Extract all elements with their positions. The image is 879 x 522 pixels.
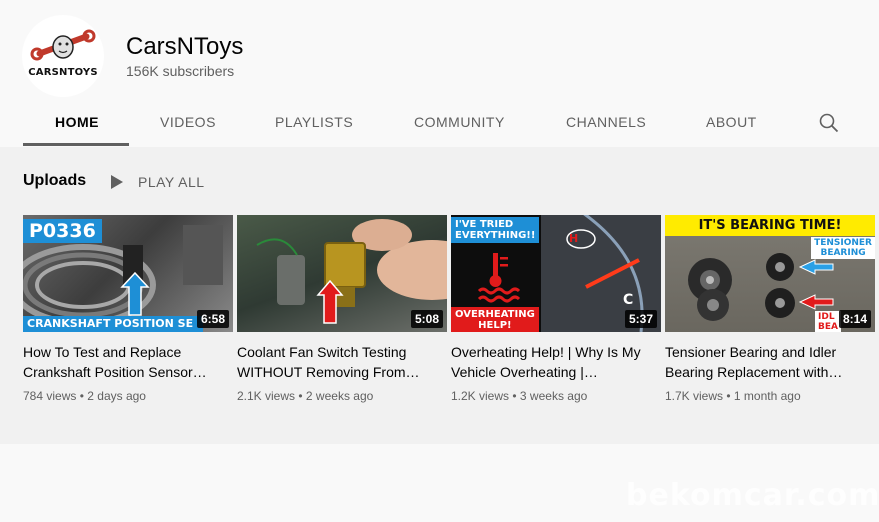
- video-age: 3 weeks ago: [519, 389, 588, 403]
- thumbnail-code-label: P0336: [23, 219, 102, 243]
- thumbnail-label-idler-line-2: BEA: [818, 322, 838, 332]
- video-meta: 784 views • 2 days ago: [23, 389, 233, 403]
- thumbnail-label-tensioner-line-2: BEARING: [820, 248, 866, 258]
- thumbnail-caption: OVERHEATING HELP!: [451, 307, 539, 332]
- meta-separator: •: [512, 389, 520, 403]
- shelf-title[interactable]: Uploads: [23, 172, 86, 190]
- thumbnail-label-tensioner: TENSIONER BEARING: [811, 237, 875, 259]
- tab-channels[interactable]: CHANNELS: [566, 114, 646, 130]
- thumbnail-headline-line-2: EVERYTHING!!: [455, 230, 536, 241]
- channel-tabs: HOME VIDEOS PLAYLISTS COMMUNITY CHANNELS…: [0, 100, 879, 147]
- thumbnail-caption: CRANKSHAFT POSITION SE: [23, 316, 203, 332]
- channel-avatar[interactable]: CARSNTOYS: [22, 15, 104, 97]
- tab-playlists[interactable]: PLAYLISTS: [275, 114, 353, 130]
- video-views: 1.2K views: [451, 389, 510, 403]
- video-card[interactable]: C I'VE TRIED EVERYTHING!! H OVERHEATING …: [451, 215, 661, 403]
- video-meta: 1.2K views • 3 weeks ago: [451, 389, 661, 403]
- active-tab-indicator: [23, 143, 129, 146]
- thumbnail-headline: IT'S BEARING TIME!: [665, 215, 875, 236]
- video-card[interactable]: 5:08 Coolant Fan Switch Testing WITHOUT …: [237, 215, 447, 403]
- video-duration: 5:08: [410, 310, 443, 328]
- video-age: 2 days ago: [87, 389, 146, 403]
- wrench-mascot-icon: [30, 29, 96, 61]
- gauge-c-label: C: [623, 292, 633, 308]
- channel-name: CarsNToys: [126, 33, 244, 60]
- video-title[interactable]: Coolant Fan Switch Testing WITHOUT Remov…: [237, 342, 447, 382]
- video-duration: 8:14: [838, 310, 871, 328]
- thumbnail-label-idler-line-1: IDL: [818, 312, 835, 322]
- channel-header: CARSNTOYS CarsNToys 156K subscribers HOM…: [0, 0, 879, 147]
- play-all-button[interactable]: PLAY ALL: [110, 172, 205, 192]
- tab-about[interactable]: ABOUT: [706, 114, 757, 130]
- video-views: 1.7K views: [665, 389, 724, 403]
- video-duration: 6:58: [196, 310, 229, 328]
- video-thumbnail[interactable]: P0336 CRANKSHAFT POSITION SE 6:58: [23, 215, 233, 332]
- video-thumbnail[interactable]: IT'S BEARING TIME! TENSIONER BEARING IDL…: [665, 215, 875, 332]
- play-all-label: PLAY ALL: [138, 174, 205, 190]
- play-icon: [111, 175, 123, 189]
- tab-community[interactable]: COMMUNITY: [414, 114, 505, 130]
- avatar-logo-text: CARSNTOYS: [28, 67, 98, 78]
- video-card[interactable]: P0336 CRANKSHAFT POSITION SE 6:58 How To…: [23, 215, 233, 403]
- channel-search-button[interactable]: [818, 112, 840, 134]
- thumbnail-headline-line-1: I'VE TRIED: [455, 219, 514, 230]
- thumbnail-label-tensioner-line-1: TENSIONER: [814, 238, 872, 248]
- video-duration: 5:37: [624, 310, 657, 328]
- thumbnail-caption-line-2: HELP!: [478, 320, 512, 331]
- meta-separator: •: [298, 389, 306, 403]
- subscriber-count: 156K subscribers: [126, 63, 235, 79]
- thumbnail-label-idler: IDL BEA: [815, 311, 841, 332]
- video-thumbnail[interactable]: C I'VE TRIED EVERYTHING!! H OVERHEATING …: [451, 215, 661, 332]
- gauge-h-label: H: [569, 232, 579, 245]
- video-meta: 2.1K views • 2 weeks ago: [237, 389, 447, 403]
- thumbnail-headline: I'VE TRIED EVERYTHING!!: [451, 217, 540, 243]
- uploads-shelf: Uploads PLAY ALL P0336 CRANKSHAFT POSITI…: [0, 147, 879, 444]
- search-icon: [819, 113, 839, 133]
- thumbnail-caption-line-1: OVERHEATING: [455, 309, 535, 320]
- tab-videos[interactable]: VIDEOS: [160, 114, 216, 130]
- video-title[interactable]: How To Test and Replace Crankshaft Posit…: [23, 342, 233, 382]
- video-age: 1 month ago: [733, 389, 801, 403]
- meta-separator: •: [726, 389, 734, 403]
- video-card[interactable]: IT'S BEARING TIME! TENSIONER BEARING IDL…: [665, 215, 875, 403]
- video-age: 2 weeks ago: [305, 389, 374, 403]
- site-watermark: bekomcar.com: [626, 478, 879, 513]
- video-thumbnail[interactable]: 5:08: [237, 215, 447, 332]
- tab-home[interactable]: HOME: [55, 114, 99, 130]
- video-views: 2.1K views: [237, 389, 296, 403]
- video-views: 784 views: [23, 389, 77, 403]
- video-title[interactable]: Overheating Help! | Why Is My Vehicle Ov…: [451, 342, 661, 382]
- video-title[interactable]: Tensioner Bearing and Idler Bearing Repl…: [665, 342, 875, 382]
- video-meta: 1.7K views • 1 month ago: [665, 389, 875, 403]
